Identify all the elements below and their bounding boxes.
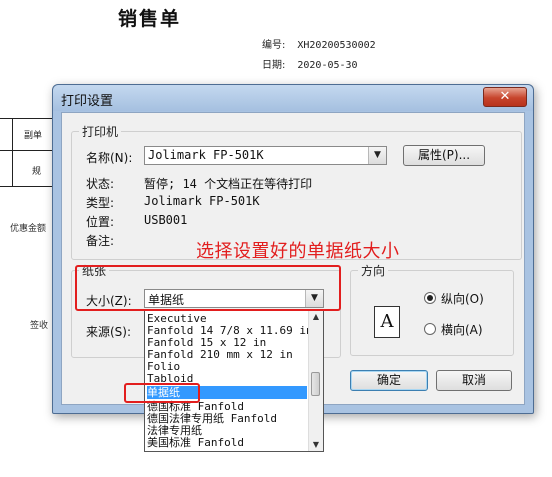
document-table-line [12, 118, 13, 186]
document-table-line [0, 186, 52, 187]
annotation-highlight-selected-option [124, 383, 200, 403]
annotation-text: 选择设置好的单据纸大小 [196, 241, 400, 262]
close-button[interactable]: ✕ [483, 87, 527, 107]
annotation-highlight-paper-size [75, 265, 341, 311]
radio-selected-icon[interactable] [424, 292, 436, 304]
radio-empty-icon[interactable] [424, 323, 436, 335]
status-label: 状态: [86, 177, 115, 191]
type-label: 类型: [86, 196, 115, 210]
document-side-label: 优惠金额 [10, 224, 47, 234]
landscape-radio[interactable]: 横向(A) [424, 321, 483, 338]
document-date-label: 日期: [262, 60, 286, 71]
document-date-value: 2020-05-30 [297, 60, 358, 71]
document-number-value: XH20200530002 [297, 40, 376, 51]
document-table-line [0, 118, 52, 119]
location-value: USB001 [144, 213, 188, 227]
cancel-button[interactable]: 取消 [436, 370, 512, 391]
printer-name-value: Jolimark FP-501K [148, 148, 264, 162]
document-title: 销售单 [118, 8, 182, 30]
landscape-label: 横向(A) [441, 323, 483, 337]
scroll-down-icon[interactable]: ▼ [309, 438, 323, 451]
printer-name-select[interactable]: Jolimark FP-501K ▼ [144, 146, 387, 165]
document-number: 编号: XH20200530002 [262, 36, 376, 51]
scrollbar-thumb[interactable] [311, 372, 320, 396]
dialog-title: 打印设置 [61, 94, 114, 109]
close-icon: ✕ [499, 89, 511, 104]
type-value: Jolimark FP-501K [144, 194, 260, 208]
comment-label: 备注: [86, 234, 115, 248]
paper-source-label: 来源(S): [86, 325, 132, 339]
document-cell: 规 [32, 167, 42, 177]
scroll-up-icon[interactable]: ▲ [309, 310, 323, 323]
dialog-titlebar[interactable]: 打印设置 ✕ [53, 85, 533, 111]
portrait-label: 纵向(O) [441, 292, 484, 306]
portrait-radio[interactable]: 纵向(O) [424, 290, 484, 307]
dropdown-option[interactable]: 美国标准 Fanfold [147, 436, 244, 449]
chevron-down-icon[interactable]: ▼ [368, 147, 386, 164]
location-label: 位置: [86, 215, 115, 229]
printer-name-label: 名称(N): [86, 151, 133, 165]
document-date: 日期: 2020-05-30 [262, 56, 358, 71]
document-cell: 副单 [24, 131, 43, 141]
properties-button[interactable]: 属性(P)... [403, 145, 485, 166]
ok-button[interactable]: 确定 [350, 370, 428, 391]
dropdown-scrollbar[interactable]: ▲ ▼ [308, 310, 323, 451]
document-side-label: 签收 [30, 321, 49, 331]
portrait-page-icon: A [374, 306, 400, 338]
printer-group-legend: 打印机 [79, 123, 122, 140]
document-table-line [0, 150, 52, 151]
orientation-group-legend: 方向 [358, 262, 389, 279]
status-value: 暂停; 14 个文档正在等待打印 [144, 177, 313, 191]
paper-size-dropdown-list[interactable]: Executive Fanfold 14 7/8 x 11.69 in Fanf… [144, 309, 324, 452]
document-number-label: 编号: [262, 40, 286, 51]
